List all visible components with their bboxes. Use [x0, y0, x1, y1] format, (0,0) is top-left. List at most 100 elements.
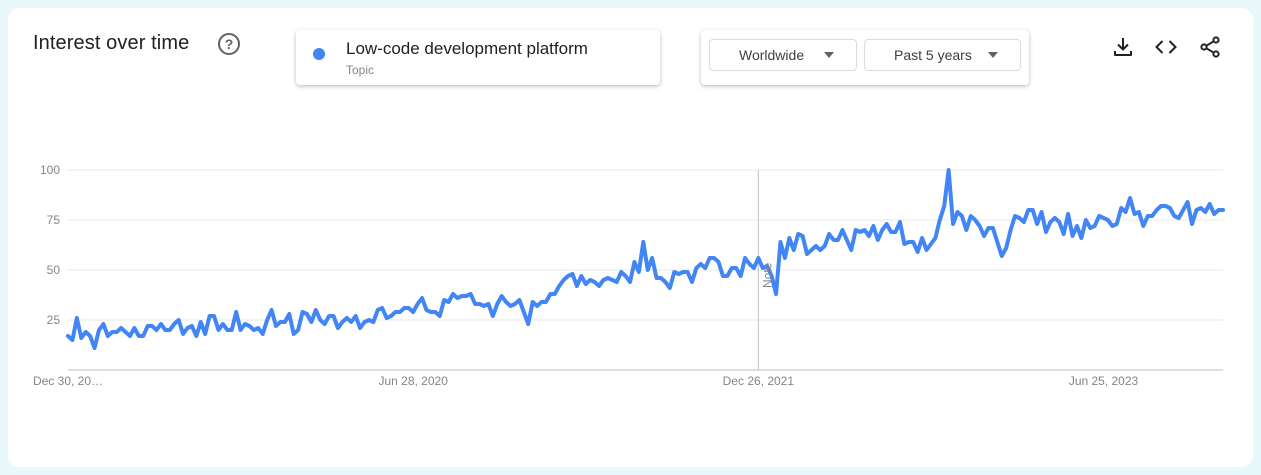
data-point[interactable] — [1003, 245, 1009, 251]
data-point[interactable] — [994, 239, 1000, 245]
data-point[interactable] — [959, 213, 965, 219]
data-point[interactable] — [83, 329, 89, 335]
data-point[interactable] — [556, 283, 562, 289]
data-point[interactable] — [379, 305, 385, 311]
data-point[interactable] — [322, 321, 328, 327]
data-point[interactable] — [229, 327, 235, 333]
data-point[interactable] — [897, 219, 903, 225]
data-point[interactable] — [742, 255, 748, 261]
data-point[interactable] — [1078, 235, 1084, 241]
data-point[interactable] — [313, 307, 319, 313]
data-point[interactable] — [521, 309, 527, 315]
data-point[interactable] — [848, 247, 854, 253]
data-point[interactable] — [884, 221, 890, 227]
data-point[interactable] — [348, 319, 354, 325]
data-point[interactable] — [879, 227, 885, 233]
data-point[interactable] — [1047, 219, 1053, 225]
data-point[interactable] — [65, 333, 71, 339]
data-point[interactable] — [215, 327, 221, 333]
data-point[interactable] — [937, 217, 943, 223]
data-point[interactable] — [813, 243, 819, 249]
data-point[interactable] — [928, 241, 934, 247]
data-point[interactable] — [118, 325, 124, 331]
data-point[interactable] — [1074, 223, 1080, 229]
data-point[interactable] — [92, 345, 98, 351]
data-point[interactable] — [1185, 199, 1191, 205]
data-point[interactable] — [924, 247, 930, 253]
data-point[interactable] — [990, 225, 996, 231]
data-point[interactable] — [154, 327, 160, 333]
data-point[interactable] — [631, 259, 637, 265]
data-point[interactable] — [485, 301, 491, 307]
data-point[interactable] — [561, 277, 567, 283]
data-point[interactable] — [751, 265, 757, 271]
data-point[interactable] — [954, 209, 960, 215]
data-point[interactable] — [331, 313, 337, 319]
data-point[interactable] — [512, 301, 518, 307]
note-marker-label[interactable]: Note — [760, 262, 774, 288]
data-point[interactable] — [238, 327, 244, 333]
data-point[interactable] — [525, 321, 531, 327]
data-point[interactable] — [919, 235, 925, 241]
data-point[interactable] — [618, 269, 624, 275]
data-point[interactable] — [950, 221, 956, 227]
data-point[interactable] — [981, 233, 987, 239]
data-point[interactable] — [1039, 209, 1045, 215]
data-point[interactable] — [233, 309, 239, 315]
data-point[interactable] — [946, 167, 952, 173]
data-point[interactable] — [1198, 205, 1204, 211]
data-point[interactable] — [1149, 213, 1155, 219]
data-point[interactable] — [773, 291, 779, 297]
data-point[interactable] — [264, 317, 270, 323]
data-point[interactable] — [1065, 211, 1071, 217]
data-point[interactable] — [999, 253, 1005, 259]
data-point[interactable] — [1114, 221, 1120, 227]
data-point[interactable] — [804, 251, 810, 257]
data-point[interactable] — [1083, 217, 1089, 223]
data-point[interactable] — [693, 265, 699, 271]
data-point[interactable] — [755, 255, 761, 261]
data-point[interactable] — [875, 237, 881, 243]
data-point[interactable] — [662, 279, 668, 285]
data-point[interactable] — [915, 249, 921, 255]
data-point[interactable] — [826, 231, 832, 237]
data-point[interactable] — [627, 279, 633, 285]
data-point[interactable] — [353, 313, 359, 319]
data-point[interactable] — [516, 297, 522, 303]
data-point[interactable] — [866, 233, 872, 239]
data-point[interactable] — [158, 321, 164, 327]
data-point[interactable] — [636, 269, 642, 275]
data-point[interactable] — [286, 311, 292, 317]
data-point[interactable] — [1180, 207, 1186, 213]
data-point[interactable] — [870, 223, 876, 229]
data-point[interactable] — [1123, 209, 1129, 215]
data-point[interactable] — [96, 327, 102, 333]
data-point[interactable] — [1034, 221, 1040, 227]
data-point[interactable] — [645, 267, 651, 273]
data-point[interactable] — [1021, 219, 1027, 225]
data-point[interactable] — [702, 265, 708, 271]
data-point[interactable] — [304, 311, 310, 317]
data-point[interactable] — [578, 273, 584, 279]
data-point[interactable] — [446, 299, 452, 305]
data-point[interactable] — [977, 223, 983, 229]
data-point[interactable] — [782, 255, 788, 261]
data-point[interactable] — [1070, 233, 1076, 239]
data-point[interactable] — [1207, 201, 1213, 207]
data-point[interactable] — [972, 217, 978, 223]
data-point[interactable] — [667, 285, 673, 291]
data-point[interactable] — [370, 319, 376, 325]
data-point[interactable] — [1008, 227, 1014, 233]
data-point[interactable] — [415, 301, 421, 307]
data-point[interactable] — [437, 313, 443, 319]
data-point[interactable] — [738, 273, 744, 279]
data-point[interactable] — [1136, 209, 1142, 215]
data-point[interactable] — [1030, 207, 1036, 213]
data-point[interactable] — [1105, 217, 1111, 223]
data-point[interactable] — [689, 279, 695, 285]
data-point[interactable] — [189, 323, 195, 329]
data-point[interactable] — [716, 259, 722, 265]
data-point[interactable] — [724, 273, 730, 279]
data-point[interactable] — [534, 303, 540, 309]
data-point[interactable] — [295, 327, 301, 333]
